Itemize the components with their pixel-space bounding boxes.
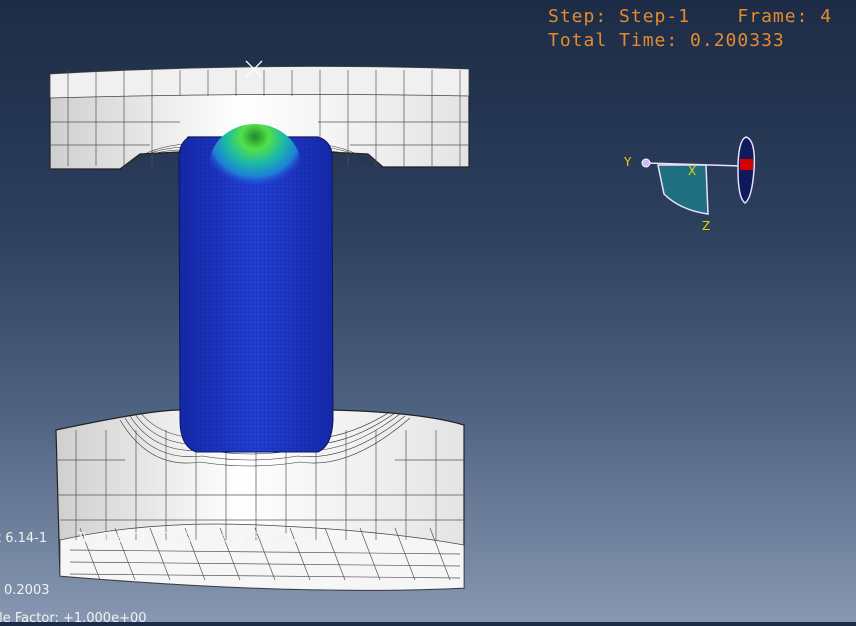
triad-highlight xyxy=(740,159,753,170)
stress-hotspot xyxy=(209,124,301,208)
orientation-triad[interactable]: Y X Z xyxy=(623,136,756,233)
deformation-scale-label: cle Factor: +1.000e+00 xyxy=(0,611,147,626)
model-viewport[interactable]: Y X Z xyxy=(0,0,856,622)
frame-value-label: 0.2003 xyxy=(4,583,50,598)
step-frame-label: Step: Step-1 Frame: 4 xyxy=(548,6,833,27)
software-version-label: t 6.14-1 xyxy=(0,531,48,546)
y-axis-dot xyxy=(641,158,651,168)
timestamp-label: Tue May 23 27:09:5 Cest 160 00 2017 xyxy=(77,531,326,546)
workpiece-cylinder[interactable] xyxy=(178,124,334,453)
y-axis-label: Y xyxy=(623,155,632,169)
total-time-label: Total Time: 0.200333 xyxy=(548,30,785,51)
x-axis-label: X xyxy=(688,164,696,178)
z-axis-label: Z xyxy=(702,219,710,233)
